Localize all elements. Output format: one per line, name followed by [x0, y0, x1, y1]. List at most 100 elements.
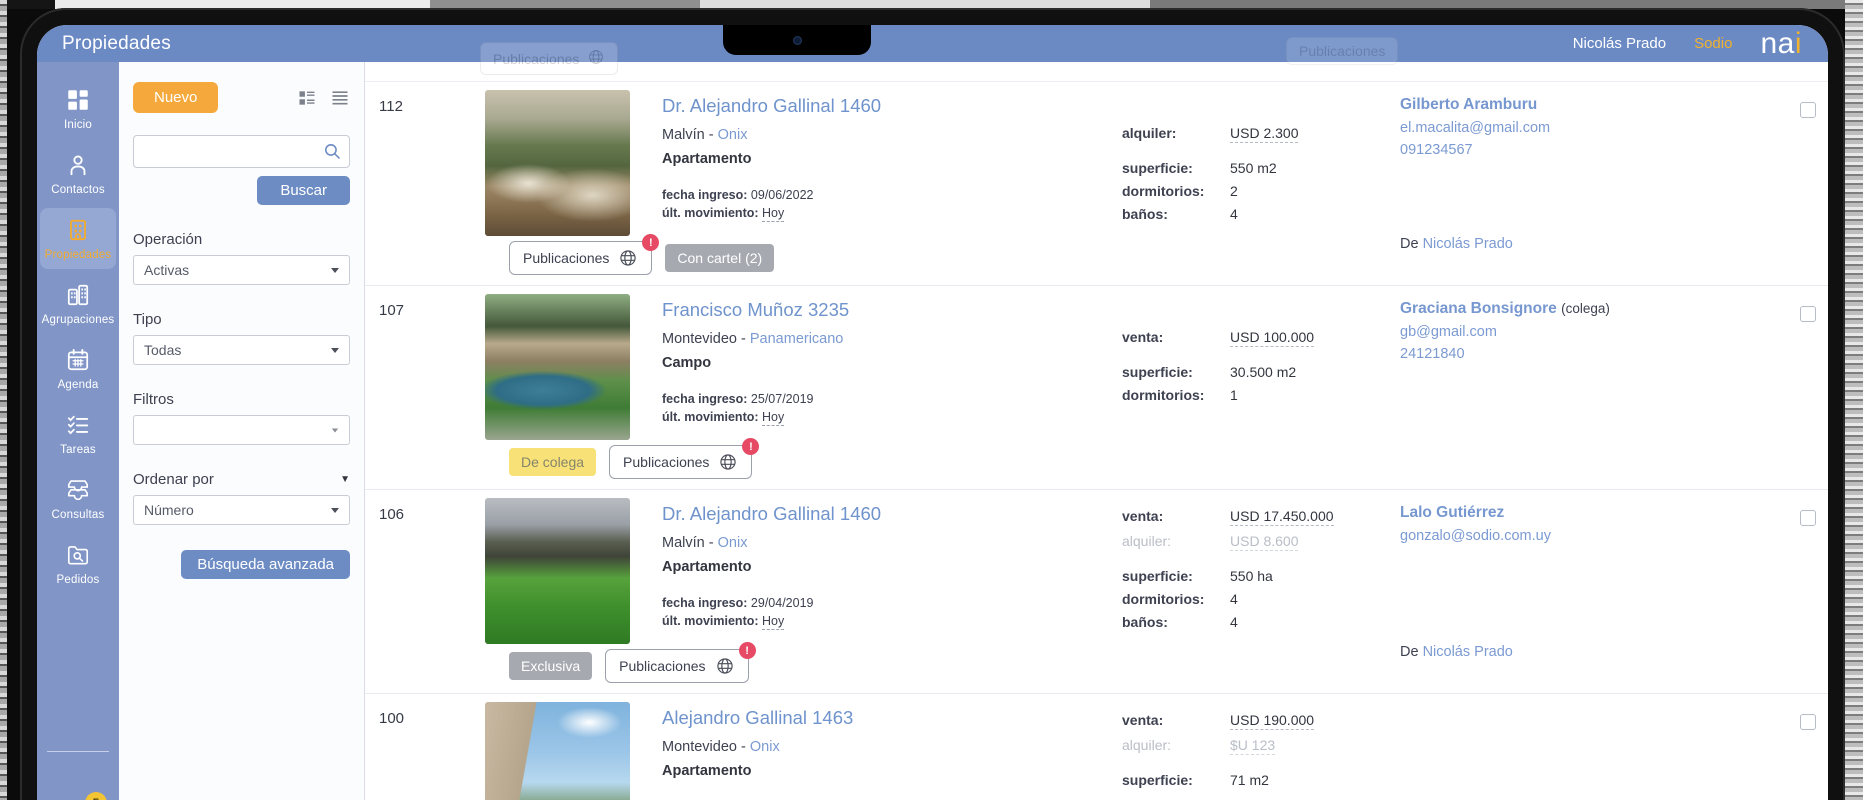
- price-value[interactable]: USD 190.000: [1230, 712, 1314, 730]
- listing-tags: De colega Publicaciones !: [509, 445, 752, 479]
- camera-notch: [723, 25, 871, 55]
- property-dates: fecha ingreso: 25/07/2019 últ. movimient…: [662, 392, 1122, 424]
- sidebar: Inicio Contactos Propiedades: [37, 62, 119, 800]
- contact-info: Graciana Bonsignore (colega) gb@gmail.co…: [1400, 286, 1828, 456]
- contact-email-link[interactable]: gb@gmail.com: [1400, 324, 1758, 340]
- globe-icon: [618, 248, 638, 268]
- row-select-checkbox[interactable]: [1800, 510, 1816, 526]
- chevron-down-icon: [332, 428, 338, 432]
- advanced-search-button[interactable]: Búsqueda avanzada: [181, 550, 350, 579]
- property-dates: fecha ingreso: 09/06/2022 últ. movimient…: [662, 188, 1122, 220]
- listing-owner: De Nicolás Prado: [1400, 236, 1758, 252]
- company-link[interactable]: Sodio: [1694, 35, 1732, 52]
- chevron-down-icon: [331, 348, 339, 353]
- operation-select[interactable]: Activas: [133, 255, 350, 285]
- last-movement-value[interactable]: Hoy: [762, 614, 784, 630]
- chevron-down-icon: [331, 508, 339, 513]
- sidebar-item-pedidos[interactable]: Pedidos: [40, 533, 116, 594]
- search-button[interactable]: Buscar: [257, 176, 350, 205]
- nai-logo: nai: [1760, 29, 1802, 59]
- type-select[interactable]: Todas: [133, 335, 350, 365]
- con-cartel-tag: Con cartel (2): [665, 244, 774, 272]
- row-select-checkbox[interactable]: [1800, 306, 1816, 322]
- alert-badge: !: [742, 438, 759, 455]
- publicaciones-button[interactable]: Publicaciones !: [609, 445, 752, 479]
- property-specs: venta:USD 190.000 alquiler:$U 123 superf…: [1122, 694, 1400, 795]
- last-movement-value[interactable]: Hoy: [762, 410, 784, 426]
- search-input[interactable]: [133, 135, 350, 168]
- row-select-checkbox[interactable]: [1800, 714, 1816, 730]
- list-view-button[interactable]: [330, 88, 350, 108]
- contact-name-link[interactable]: Lalo Gutiérrez: [1400, 504, 1504, 521]
- price-value[interactable]: USD 100.000: [1230, 329, 1314, 347]
- user-menu[interactable]: Nicolás Prado: [1573, 35, 1666, 52]
- chevron-down-icon: [331, 268, 339, 273]
- device-frame: Propiedades Nicolás Prado Sodio nai Publ…: [20, 8, 1845, 800]
- alert-badge: !: [642, 234, 659, 251]
- sidebar-item-inicio[interactable]: Inicio: [40, 78, 116, 139]
- price-value[interactable]: $U 123: [1230, 737, 1275, 755]
- tasks-icon: [65, 412, 91, 438]
- contact-info: [1400, 694, 1828, 800]
- sort-direction-icon[interactable]: ▼: [340, 474, 350, 485]
- property-title-link[interactable]: Alejandro Gallinal 1463: [662, 707, 853, 729]
- filters-select[interactable]: [133, 415, 350, 445]
- type-label: Tipo: [133, 311, 350, 328]
- last-movement-value[interactable]: Hoy: [762, 206, 784, 222]
- owner-link[interactable]: Nicolás Prado: [1423, 644, 1513, 660]
- contact-phone[interactable]: 091234567: [1400, 142, 1758, 158]
- contact-info: Lalo Gutiérrez gonzalo@sodio.com.uy De N…: [1400, 490, 1828, 660]
- sidebar-item-propiedades[interactable]: Propiedades: [40, 208, 116, 269]
- listing-tags: Exclusiva Publicaciones !: [509, 649, 749, 683]
- buildings-icon: [65, 282, 91, 308]
- person-icon: [65, 152, 91, 178]
- new-button[interactable]: Nuevo: [133, 82, 218, 113]
- contact-name-link[interactable]: Graciana Bonsignore: [1400, 300, 1557, 317]
- sidebar-item-tareas[interactable]: Tareas: [40, 403, 116, 464]
- row-select-checkbox[interactable]: [1800, 102, 1816, 118]
- filters-label: Filtros: [133, 391, 350, 408]
- contact-name-link[interactable]: Gilberto Aramburu: [1400, 96, 1537, 113]
- publicaciones-button[interactable]: Publicaciones !: [605, 649, 748, 683]
- agency-link[interactable]: Panamericano: [750, 331, 844, 347]
- building-icon: [65, 217, 91, 243]
- camera-dot: [793, 36, 802, 45]
- filter-panel: Nuevo: [119, 62, 365, 800]
- grid-view-button[interactable]: [297, 88, 317, 108]
- listing-tags: Publicaciones ! Con cartel (2): [509, 241, 774, 275]
- contact-email-link[interactable]: el.macalita@gmail.com: [1400, 120, 1758, 136]
- agency-link[interactable]: Onix: [750, 739, 780, 755]
- agency-link[interactable]: Onix: [718, 535, 748, 551]
- order-select[interactable]: Número: [133, 495, 350, 525]
- property-photo[interactable]: [485, 498, 630, 644]
- de-colega-tag: De colega: [509, 448, 596, 476]
- sidebar-item-agenda[interactable]: Agenda: [40, 338, 116, 399]
- sidebar-item-inmobiliarias[interactable]: 5 Inmobiliarias: [40, 796, 116, 800]
- price-value[interactable]: USD 17.450.000: [1230, 508, 1334, 526]
- sidebar-item-contactos[interactable]: Contactos: [40, 143, 116, 204]
- property-photo[interactable]: [485, 702, 630, 800]
- property-specs: alquiler:USD 2.300 superficie:550 m2 dor…: [1122, 82, 1400, 229]
- property-photo[interactable]: [485, 90, 630, 236]
- listing-number: 112: [379, 82, 427, 115]
- property-title-link[interactable]: Dr. Alejandro Gallinal 1460: [662, 503, 881, 525]
- publicaciones-button[interactable]: Publicaciones !: [509, 241, 652, 275]
- sidebar-item-consultas[interactable]: Consultas: [40, 468, 116, 529]
- notification-badge: 5: [85, 792, 107, 800]
- app-screen: Propiedades Nicolás Prado Sodio nai Publ…: [37, 25, 1828, 800]
- sidebar-item-agrupaciones[interactable]: Agrupaciones: [40, 273, 116, 334]
- agency-link[interactable]: Onix: [718, 127, 748, 143]
- search-icon[interactable]: [323, 142, 342, 161]
- property-title-link[interactable]: Dr. Alejandro Gallinal 1460: [662, 95, 881, 117]
- mockup-right-edge: [1845, 0, 1863, 800]
- contact-phone[interactable]: 24121840: [1400, 346, 1758, 362]
- price-value[interactable]: USD 2.300: [1230, 125, 1298, 143]
- price-value[interactable]: USD 8.600: [1230, 533, 1298, 551]
- property-title-link[interactable]: Francisco Muñoz 3235: [662, 299, 849, 321]
- alert-badge: !: [739, 642, 756, 659]
- property-photo[interactable]: [485, 294, 630, 440]
- owner-link[interactable]: Nicolás Prado: [1423, 236, 1513, 252]
- property-type: Apartamento: [662, 151, 1122, 167]
- globe-icon: [715, 656, 735, 676]
- contact-email-link[interactable]: gonzalo@sodio.com.uy: [1400, 528, 1758, 544]
